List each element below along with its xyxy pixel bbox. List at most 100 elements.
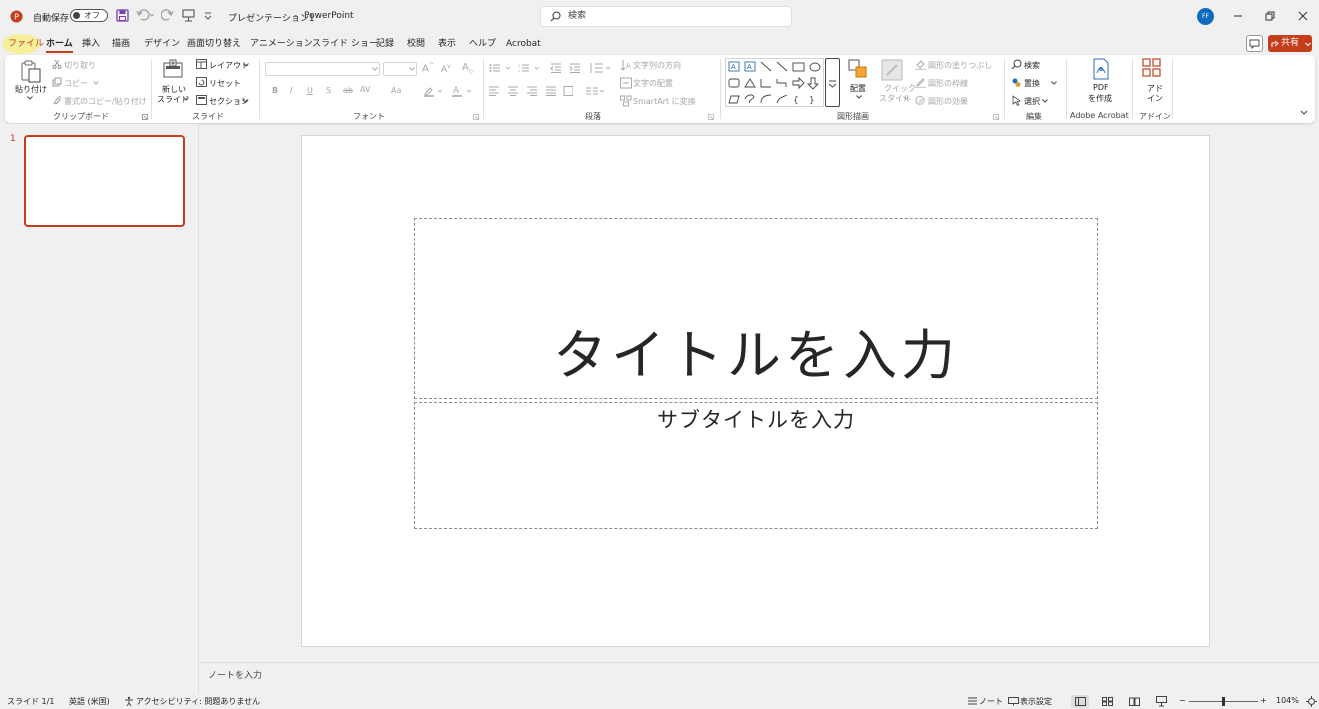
format-painter-button[interactable]: 書式のコピー/貼り付け: [64, 96, 147, 107]
smartart-button[interactable]: SmartArt に変換: [633, 96, 696, 107]
create-pdf-icon[interactable]: [1091, 58, 1111, 80]
tab-home[interactable]: ホーム: [46, 34, 73, 54]
tab-transitions[interactable]: 画面切り替え: [187, 34, 241, 54]
paragraph-alignment-icons[interactable]: [489, 86, 573, 96]
replace-button[interactable]: 置換: [1024, 78, 1040, 89]
arrange-chevron-down-icon[interactable]: [856, 95, 862, 99]
slide-counter[interactable]: スライド 1/1: [7, 696, 54, 707]
tab-record[interactable]: 記録: [376, 34, 394, 54]
create-pdf-label-1[interactable]: PDF: [1093, 83, 1109, 92]
font-launcher-icon[interactable]: [473, 114, 479, 120]
zoom-in-button[interactable]: +: [1260, 696, 1267, 705]
tab-design[interactable]: デザイン: [144, 34, 180, 54]
highlight-icon[interactable]: [423, 85, 443, 97]
save-icon[interactable]: [116, 9, 129, 22]
paste-icon[interactable]: [20, 59, 42, 83]
undo-icon[interactable]: [136, 9, 154, 22]
paste-chevron-down-icon[interactable]: [27, 96, 33, 100]
fit-to-window-icon[interactable]: [1306, 696, 1317, 707]
character-spacing-button[interactable]: AV: [360, 85, 370, 94]
strikethrough-button[interactable]: ab: [343, 86, 353, 95]
reading-view-icon[interactable]: [1129, 697, 1140, 706]
normal-view-button[interactable]: [1071, 695, 1089, 708]
display-settings-button[interactable]: 表示設定: [1020, 696, 1052, 707]
search-box[interactable]: 検索: [540, 6, 792, 27]
clear-formatting-icon[interactable]: A◇: [462, 62, 473, 75]
font-color-icon[interactable]: A: [452, 85, 472, 97]
bold-button[interactable]: B: [272, 86, 278, 95]
arrange-icon[interactable]: [848, 59, 868, 79]
zoom-level[interactable]: 104%: [1276, 696, 1299, 705]
paste-label[interactable]: 貼り付け: [15, 84, 47, 95]
language-indicator[interactable]: 英語 (米国): [69, 696, 110, 707]
select-chevron-down-icon[interactable]: [1042, 99, 1048, 103]
find-button[interactable]: 検索: [1024, 60, 1040, 71]
line-spacing-icon[interactable]: [589, 62, 611, 74]
tab-help[interactable]: ヘルプ: [469, 34, 496, 54]
tab-insert[interactable]: 挿入: [82, 34, 100, 54]
tab-review[interactable]: 校閲: [407, 34, 425, 54]
restore-icon[interactable]: [1265, 11, 1275, 21]
create-pdf-label-2[interactable]: を作成: [1088, 93, 1112, 104]
autosave-toggle[interactable]: オフ: [70, 9, 108, 22]
section-chevron-down-icon[interactable]: [242, 99, 248, 103]
new-slide-icon[interactable]: [162, 59, 184, 81]
redo-icon[interactable]: [161, 9, 174, 22]
shape-effects-button[interactable]: 図形の効果: [928, 96, 968, 107]
copy-button[interactable]: コピー: [64, 78, 88, 89]
tab-animations[interactable]: アニメーション: [250, 34, 313, 54]
shapes-gallery[interactable]: A A { }: [725, 58, 824, 107]
reset-button[interactable]: リセット: [209, 78, 241, 89]
align-text-button[interactable]: 文字の配置: [633, 78, 673, 89]
tab-draw[interactable]: 描画: [112, 34, 130, 54]
cut-button[interactable]: 切り取り: [64, 60, 96, 71]
drawing-launcher-icon[interactable]: [993, 114, 999, 120]
share-button[interactable]: 共有: [1268, 35, 1312, 52]
avatar[interactable]: FF: [1197, 8, 1214, 25]
tab-slideshow[interactable]: スライド ショー: [312, 34, 378, 54]
select-button[interactable]: 選択: [1024, 96, 1040, 107]
zoom-slider[interactable]: [1189, 697, 1258, 706]
shadow-button[interactable]: S: [326, 86, 331, 95]
tab-view[interactable]: 表示: [438, 34, 456, 54]
new-slide-chevron-down-icon[interactable]: [183, 97, 189, 101]
shapes-more-button[interactable]: [825, 58, 840, 107]
start-slideshow-icon[interactable]: [182, 9, 195, 22]
slide-sorter-icon[interactable]: [1102, 697, 1113, 706]
decrease-indent-icon[interactable]: [550, 63, 562, 73]
minimize-icon[interactable]: [1233, 11, 1243, 21]
quick-styles-icon[interactable]: [881, 59, 903, 81]
quick-styles-chevron-down-icon[interactable]: [903, 96, 909, 100]
increase-indent-icon[interactable]: [569, 63, 581, 73]
subtitle-placeholder[interactable]: サブタイトルを入力: [414, 402, 1098, 529]
replace-chevron-down-icon[interactable]: [1051, 81, 1057, 85]
slideshow-view-icon[interactable]: [1156, 696, 1167, 707]
numbering-icon[interactable]: 12: [518, 63, 542, 73]
layout-chevron-down-icon[interactable]: [243, 63, 249, 67]
shape-fill-button[interactable]: 図形の塗りつぶし: [928, 60, 992, 71]
columns-icon[interactable]: [585, 87, 605, 96]
paragraph-launcher-icon[interactable]: [708, 114, 714, 120]
zoom-slider-thumb[interactable]: [1222, 697, 1225, 706]
ribbon-display-options-chevron-down-icon[interactable]: [1300, 110, 1308, 116]
slide-thumbnail[interactable]: [24, 135, 185, 227]
addins-label-2[interactable]: イン: [1147, 93, 1163, 104]
text-direction-button[interactable]: 文字列の方向: [633, 60, 681, 71]
italic-button[interactable]: I: [290, 86, 292, 95]
accessibility-status[interactable]: アクセシビリティ: 問題ありません: [136, 696, 260, 707]
shape-outline-button[interactable]: 図形の枠線: [928, 78, 968, 89]
title-placeholder[interactable]: タイトルを入力: [414, 218, 1098, 399]
comments-button[interactable]: [1246, 35, 1263, 52]
notes-button[interactable]: ノート: [979, 696, 1003, 707]
increase-font-icon[interactable]: A^: [422, 62, 434, 74]
notes-pane[interactable]: ノートを入力: [200, 662, 1319, 694]
clipboard-launcher-icon[interactable]: [142, 114, 148, 120]
slide-canvas[interactable]: タイトルを入力 サブタイトルを入力: [301, 135, 1210, 647]
font-name-combo[interactable]: [265, 62, 380, 76]
arrange-label[interactable]: 配置: [850, 83, 866, 94]
customize-qat-icon[interactable]: [204, 12, 212, 20]
bullets-icon[interactable]: [489, 63, 513, 73]
tab-file[interactable]: ファイル: [8, 34, 44, 54]
decrease-font-icon[interactable]: Av: [441, 63, 451, 75]
underline-button[interactable]: U: [307, 86, 313, 95]
